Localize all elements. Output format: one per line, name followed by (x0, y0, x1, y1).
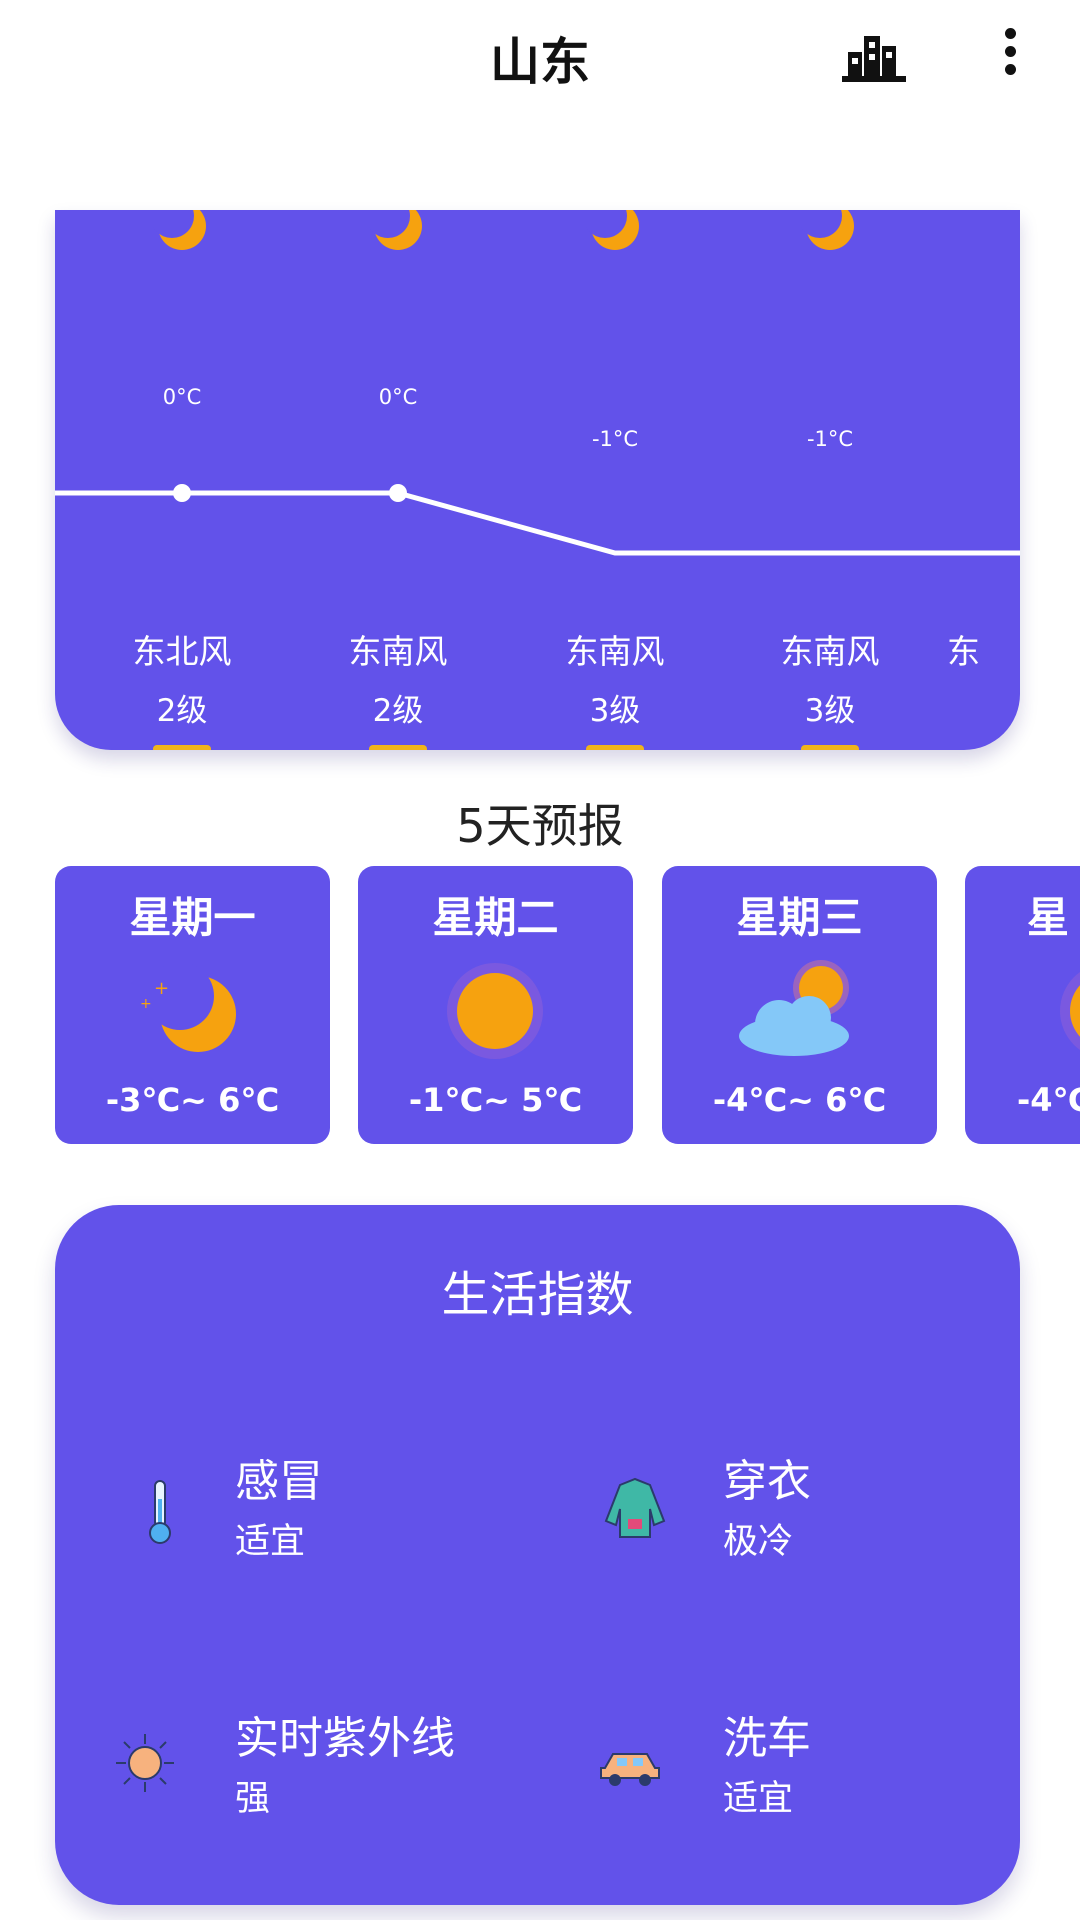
forecast-day-card[interactable]: 星期一 + + -3℃~ 6℃ (55, 866, 330, 1144)
cloud-sun-icon (739, 956, 859, 1066)
day-name: 星期一 (129, 893, 256, 942)
hourly-temp: 0°C (162, 385, 202, 409)
wind-level: 2级 (156, 693, 208, 729)
hourly-temp: -1°C (806, 427, 854, 451)
more-vertical-icon[interactable] (990, 28, 1030, 84)
wind-direction: 东南风 (565, 632, 665, 671)
life-index-card: 生活指数 感冒 适宜 穿衣 极冷 实时紫外线 强 洗车 适宜 (55, 1205, 1020, 1905)
temp-point (389, 484, 407, 502)
day-temp-range: -1℃~ 5℃ (408, 1081, 583, 1119)
moon-icon (800, 210, 860, 264)
indicator (153, 745, 211, 750)
life-item-value: 适宜 (235, 1522, 306, 1562)
top-bar: 山东 (0, 0, 1080, 120)
life-item-name: 实时紫外线 (235, 1713, 455, 1764)
day-name: 星期三 (736, 893, 863, 942)
thermometer-icon (125, 1477, 195, 1547)
page-title: 山东 (490, 33, 590, 91)
indicator (369, 745, 427, 750)
hourly-temp: -1°C (591, 427, 639, 451)
day-name: 星期二 (432, 893, 559, 942)
sun-icon (435, 956, 555, 1066)
life-index-title: 生活指数 (441, 1267, 634, 1323)
wind-level: 3级 (804, 693, 856, 729)
day-temp-range: -3℃~ 6℃ (105, 1081, 280, 1119)
svg-text:+: + (154, 978, 169, 999)
uv-sun-icon (110, 1728, 180, 1798)
moon-icon (585, 210, 645, 264)
day-name: 星 (1027, 893, 1070, 942)
day-temp-range: -4℃~ 6℃ (712, 1081, 887, 1119)
wind-direction: 东 (947, 632, 980, 671)
life-item-name: 洗车 (723, 1713, 811, 1764)
car-icon (595, 1728, 665, 1798)
wind-level: 3级 (589, 693, 641, 729)
forecast-day-card[interactable]: 星期三 -4℃~ 6℃ (662, 866, 937, 1144)
wind-direction: 东北风 (132, 632, 232, 671)
jacket-icon (600, 1473, 670, 1543)
temp-point (173, 484, 191, 502)
wind-direction: 东南风 (780, 632, 880, 671)
life-item-value: 强 (235, 1779, 271, 1819)
life-item-value: 适宜 (723, 1779, 794, 1819)
hourly-forecast-card[interactable]: 0°C 0°C -1°C -1°C 东北风 东南风 东南风 东南风 东 2级 2… (55, 210, 1020, 750)
life-item-name: 感冒 (235, 1456, 323, 1507)
life-item-value: 极冷 (723, 1522, 794, 1562)
wind-level: 2级 (372, 693, 424, 729)
sun-icon (1048, 956, 1080, 1066)
indicator (586, 745, 644, 750)
forecast-day-card[interactable]: 星 -4℃ (965, 866, 1080, 1144)
forecast-title: 5天预报 (456, 799, 624, 853)
moon-icon: + + (132, 956, 252, 1066)
moon-icon (152, 210, 212, 264)
wind-direction: 东南风 (348, 632, 448, 671)
moon-icon (368, 210, 428, 264)
hourly-temp: 0°C (378, 385, 418, 409)
forecast-day-card[interactable]: 星期二 -1℃~ 5℃ (358, 866, 633, 1144)
life-item-name: 穿衣 (723, 1456, 811, 1507)
city-buildings-icon[interactable] (842, 30, 906, 84)
day-temp-range: -4℃ (1017, 1081, 1080, 1119)
svg-text:+: + (140, 996, 152, 1012)
indicator (801, 745, 859, 750)
